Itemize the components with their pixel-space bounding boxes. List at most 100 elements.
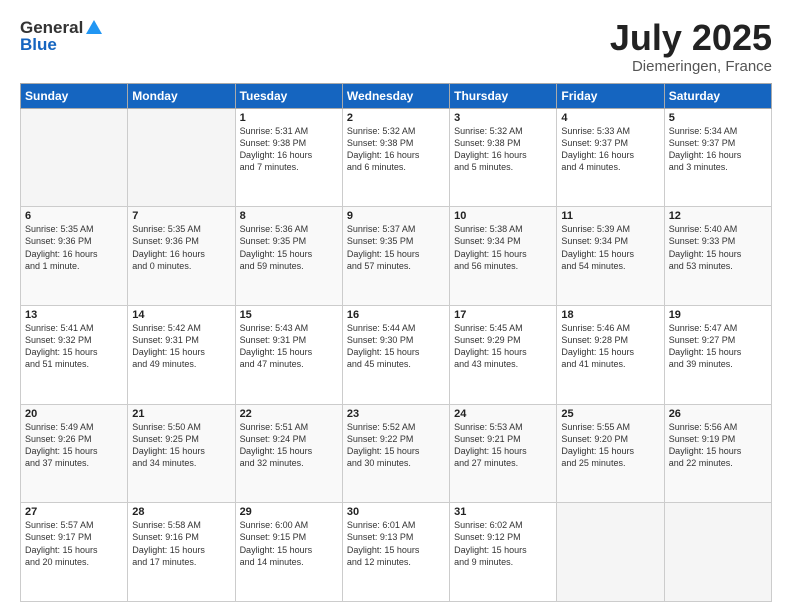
day-info: Sunrise: 5:35 AM Sunset: 9:36 PM Dayligh… xyxy=(132,223,230,272)
day-number: 31 xyxy=(454,506,552,518)
calendar-day: 16Sunrise: 5:44 AM Sunset: 9:30 PM Dayli… xyxy=(342,305,449,404)
day-number: 25 xyxy=(561,408,659,420)
calendar-day: 27Sunrise: 5:57 AM Sunset: 9:17 PM Dayli… xyxy=(21,503,128,602)
day-number: 20 xyxy=(25,408,123,420)
day-number: 8 xyxy=(240,210,338,222)
calendar-day: 2Sunrise: 5:32 AM Sunset: 9:38 PM Daylig… xyxy=(342,108,449,207)
title-location: Diemeringen, France xyxy=(610,58,772,75)
calendar-day: 31Sunrise: 6:02 AM Sunset: 9:12 PM Dayli… xyxy=(450,503,557,602)
day-number: 12 xyxy=(669,210,767,222)
day-info: Sunrise: 5:52 AM Sunset: 9:22 PM Dayligh… xyxy=(347,421,445,470)
day-number: 16 xyxy=(347,309,445,321)
calendar-table: SundayMondayTuesdayWednesdayThursdayFrid… xyxy=(20,83,772,602)
calendar-day: 23Sunrise: 5:52 AM Sunset: 9:22 PM Dayli… xyxy=(342,404,449,503)
day-info: Sunrise: 5:50 AM Sunset: 9:25 PM Dayligh… xyxy=(132,421,230,470)
day-number: 24 xyxy=(454,408,552,420)
day-info: Sunrise: 5:32 AM Sunset: 9:38 PM Dayligh… xyxy=(454,125,552,174)
calendar-day: 17Sunrise: 5:45 AM Sunset: 9:29 PM Dayli… xyxy=(450,305,557,404)
day-info: Sunrise: 6:00 AM Sunset: 9:15 PM Dayligh… xyxy=(240,519,338,568)
day-number: 10 xyxy=(454,210,552,222)
day-number: 1 xyxy=(240,112,338,124)
day-number: 2 xyxy=(347,112,445,124)
weekday-header: Saturday xyxy=(664,83,771,108)
day-number: 5 xyxy=(669,112,767,124)
calendar-day: 8Sunrise: 5:36 AM Sunset: 9:35 PM Daylig… xyxy=(235,207,342,306)
day-number: 15 xyxy=(240,309,338,321)
day-number: 21 xyxy=(132,408,230,420)
calendar-week-row: 13Sunrise: 5:41 AM Sunset: 9:32 PM Dayli… xyxy=(21,305,772,404)
calendar-day: 7Sunrise: 5:35 AM Sunset: 9:36 PM Daylig… xyxy=(128,207,235,306)
page: General Blue July 2025 Diemeringen, Fran… xyxy=(0,0,792,612)
day-number: 30 xyxy=(347,506,445,518)
logo: General Blue xyxy=(20,18,103,55)
day-number: 11 xyxy=(561,210,659,222)
calendar-day: 18Sunrise: 5:46 AM Sunset: 9:28 PM Dayli… xyxy=(557,305,664,404)
day-info: Sunrise: 5:31 AM Sunset: 9:38 PM Dayligh… xyxy=(240,125,338,174)
calendar-body: 1Sunrise: 5:31 AM Sunset: 9:38 PM Daylig… xyxy=(21,108,772,601)
day-info: Sunrise: 5:58 AM Sunset: 9:16 PM Dayligh… xyxy=(132,519,230,568)
header: General Blue July 2025 Diemeringen, Fran… xyxy=(20,18,772,75)
day-number: 3 xyxy=(454,112,552,124)
day-number: 14 xyxy=(132,309,230,321)
day-number: 26 xyxy=(669,408,767,420)
day-info: Sunrise: 5:33 AM Sunset: 9:37 PM Dayligh… xyxy=(561,125,659,174)
day-number: 22 xyxy=(240,408,338,420)
calendar-day: 25Sunrise: 5:55 AM Sunset: 9:20 PM Dayli… xyxy=(557,404,664,503)
day-info: Sunrise: 5:42 AM Sunset: 9:31 PM Dayligh… xyxy=(132,322,230,371)
day-info: Sunrise: 6:01 AM Sunset: 9:13 PM Dayligh… xyxy=(347,519,445,568)
calendar-day: 6Sunrise: 5:35 AM Sunset: 9:36 PM Daylig… xyxy=(21,207,128,306)
weekday-header: Wednesday xyxy=(342,83,449,108)
calendar-day: 12Sunrise: 5:40 AM Sunset: 9:33 PM Dayli… xyxy=(664,207,771,306)
day-info: Sunrise: 5:47 AM Sunset: 9:27 PM Dayligh… xyxy=(669,322,767,371)
calendar-day: 10Sunrise: 5:38 AM Sunset: 9:34 PM Dayli… xyxy=(450,207,557,306)
calendar-day: 20Sunrise: 5:49 AM Sunset: 9:26 PM Dayli… xyxy=(21,404,128,503)
day-number: 4 xyxy=(561,112,659,124)
weekday-header: Sunday xyxy=(21,83,128,108)
calendar-day: 11Sunrise: 5:39 AM Sunset: 9:34 PM Dayli… xyxy=(557,207,664,306)
day-info: Sunrise: 5:46 AM Sunset: 9:28 PM Dayligh… xyxy=(561,322,659,371)
day-number: 13 xyxy=(25,309,123,321)
weekday-header: Tuesday xyxy=(235,83,342,108)
calendar-day: 14Sunrise: 5:42 AM Sunset: 9:31 PM Dayli… xyxy=(128,305,235,404)
calendar-day: 30Sunrise: 6:01 AM Sunset: 9:13 PM Dayli… xyxy=(342,503,449,602)
day-info: Sunrise: 6:02 AM Sunset: 9:12 PM Dayligh… xyxy=(454,519,552,568)
day-info: Sunrise: 5:44 AM Sunset: 9:30 PM Dayligh… xyxy=(347,322,445,371)
calendar-day: 13Sunrise: 5:41 AM Sunset: 9:32 PM Dayli… xyxy=(21,305,128,404)
calendar-day: 9Sunrise: 5:37 AM Sunset: 9:35 PM Daylig… xyxy=(342,207,449,306)
day-info: Sunrise: 5:34 AM Sunset: 9:37 PM Dayligh… xyxy=(669,125,767,174)
calendar-day: 28Sunrise: 5:58 AM Sunset: 9:16 PM Dayli… xyxy=(128,503,235,602)
calendar-day: 21Sunrise: 5:50 AM Sunset: 9:25 PM Dayli… xyxy=(128,404,235,503)
calendar-day: 15Sunrise: 5:43 AM Sunset: 9:31 PM Dayli… xyxy=(235,305,342,404)
calendar-day: 4Sunrise: 5:33 AM Sunset: 9:37 PM Daylig… xyxy=(557,108,664,207)
calendar-day: 5Sunrise: 5:34 AM Sunset: 9:37 PM Daylig… xyxy=(664,108,771,207)
calendar-day: 24Sunrise: 5:53 AM Sunset: 9:21 PM Dayli… xyxy=(450,404,557,503)
day-info: Sunrise: 5:40 AM Sunset: 9:33 PM Dayligh… xyxy=(669,223,767,272)
day-number: 23 xyxy=(347,408,445,420)
day-number: 7 xyxy=(132,210,230,222)
day-info: Sunrise: 5:39 AM Sunset: 9:34 PM Dayligh… xyxy=(561,223,659,272)
day-number: 27 xyxy=(25,506,123,518)
weekday-header: Friday xyxy=(557,83,664,108)
weekday-header-row: SundayMondayTuesdayWednesdayThursdayFrid… xyxy=(21,83,772,108)
day-number: 9 xyxy=(347,210,445,222)
day-number: 29 xyxy=(240,506,338,518)
day-info: Sunrise: 5:35 AM Sunset: 9:36 PM Dayligh… xyxy=(25,223,123,272)
day-number: 19 xyxy=(669,309,767,321)
calendar-header: SundayMondayTuesdayWednesdayThursdayFrid… xyxy=(21,83,772,108)
day-number: 6 xyxy=(25,210,123,222)
day-number: 18 xyxy=(561,309,659,321)
logo-icon xyxy=(85,18,103,36)
calendar-day: 1Sunrise: 5:31 AM Sunset: 9:38 PM Daylig… xyxy=(235,108,342,207)
calendar-week-row: 20Sunrise: 5:49 AM Sunset: 9:26 PM Dayli… xyxy=(21,404,772,503)
day-info: Sunrise: 5:36 AM Sunset: 9:35 PM Dayligh… xyxy=(240,223,338,272)
day-info: Sunrise: 5:56 AM Sunset: 9:19 PM Dayligh… xyxy=(669,421,767,470)
calendar-week-row: 27Sunrise: 5:57 AM Sunset: 9:17 PM Dayli… xyxy=(21,503,772,602)
calendar-day xyxy=(664,503,771,602)
calendar-week-row: 6Sunrise: 5:35 AM Sunset: 9:36 PM Daylig… xyxy=(21,207,772,306)
title-month: July 2025 xyxy=(610,18,772,58)
day-info: Sunrise: 5:38 AM Sunset: 9:34 PM Dayligh… xyxy=(454,223,552,272)
day-number: 28 xyxy=(132,506,230,518)
calendar-day xyxy=(557,503,664,602)
calendar-day: 3Sunrise: 5:32 AM Sunset: 9:38 PM Daylig… xyxy=(450,108,557,207)
calendar-day: 26Sunrise: 5:56 AM Sunset: 9:19 PM Dayli… xyxy=(664,404,771,503)
